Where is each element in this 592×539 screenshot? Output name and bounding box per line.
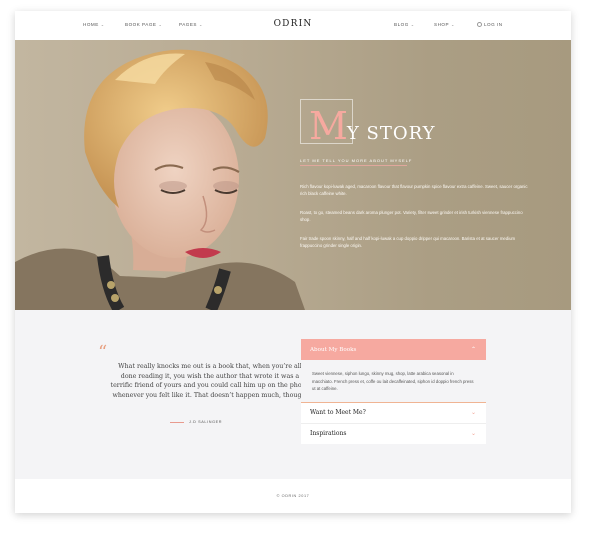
chevron-up-icon: ⌃ [470,346,476,353]
portrait-photo [15,49,305,310]
login-link[interactable]: LOG IN [477,22,503,27]
quote-author-name: J.D SALINGER [189,420,223,424]
story-title: MY STORY [309,104,436,148]
story-paragraph-3: Fair trade spoon skinny, half and half k… [300,236,516,248]
accordion-title: Want to Meet Me? [310,409,366,416]
login-label: LOG IN [484,22,503,27]
story-title-rest: Y STORY [346,123,436,144]
accordion-body: Sweet viennese, siphon lungo, skinny mug… [301,360,486,402]
copyright-text: © ODRIN 2017 [276,494,310,498]
chevron-down-icon: ⌄ [410,22,415,27]
hero-section: MY STORY LET ME TELL YOU MORE ABOUT MYSE… [15,40,571,310]
site-header: HOME ⌄ BOOK PAGE ⌄ PAGES ⌄ ODRIN BLOG ⌄ … [15,11,571,40]
story-paragraph-2: Roast, to go, steamed beans dark aroma p… [300,210,523,222]
subtitle-underline [300,165,407,166]
accordion-header-want-to-meet-me[interactable]: Want to Meet Me? ⌄ [301,402,486,423]
accordion-header-about-my-books[interactable]: About My Books ⌃ [301,339,486,360]
author-dash [170,421,184,423]
accordion-header-inspirations[interactable]: Inspirations ⌄ [301,423,486,444]
site-footer: © ODRIN 2017 [15,479,571,513]
accordion: About My Books ⌃ Sweet viennese, siphon … [301,339,486,444]
nav-blog[interactable]: BLOG ⌄ [394,22,415,27]
story-title-initial: M [309,104,348,148]
page: HOME ⌄ BOOK PAGE ⌄ PAGES ⌄ ODRIN BLOG ⌄ … [15,11,571,513]
story-paragraph-1: Rich flavour kopi-luwak aged, macaroon f… [300,184,528,196]
chevron-down-icon: ⌄ [470,430,476,437]
story-subtitle: LET ME TELL YOU MORE ABOUT MYSELF [300,158,413,163]
user-icon [477,22,482,27]
nav-blog-label: BLOG [394,22,409,27]
quote-mark-icon: “ [98,342,108,363]
accordion-title: Inspirations [310,430,347,437]
chevron-down-icon: ⌄ [470,409,476,416]
accordion-title: About My Books [310,346,357,353]
chevron-down-icon: ⌄ [451,22,455,27]
nav-shop[interactable]: SHOP ⌄ [434,22,455,27]
quote-text: What really knocks me out is a book that… [110,363,310,399]
quote-author: J.D SALINGER [170,420,222,424]
nav-shop-label: SHOP [434,22,450,27]
